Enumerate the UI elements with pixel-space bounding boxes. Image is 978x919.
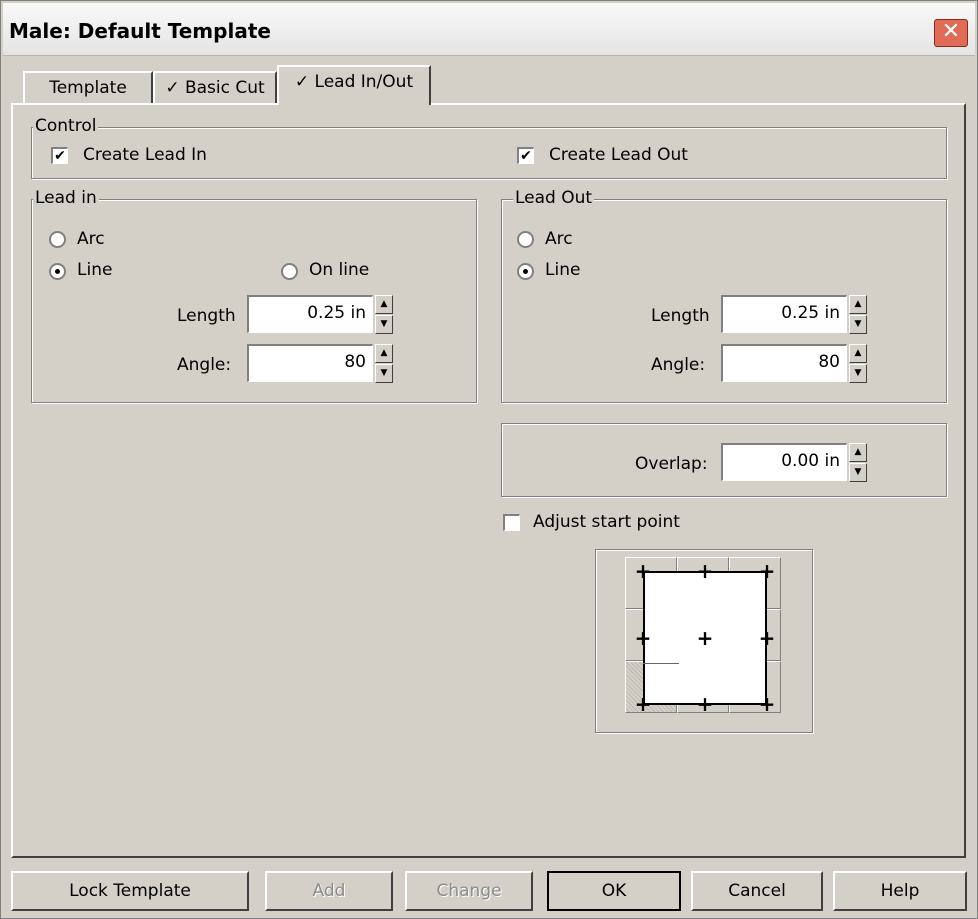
cancel-button[interactable]: Cancel — [691, 871, 823, 911]
lead-preview-line — [643, 663, 679, 664]
lead-in-length-spinner[interactable]: ▲ ▼ — [375, 295, 393, 335]
plus-icon: + — [634, 559, 652, 583]
spin-down-icon[interactable]: ▼ — [849, 364, 867, 383]
ok-button[interactable]: OK — [547, 871, 681, 911]
tab-basic-cut-label: ✓ Basic Cut — [165, 78, 265, 98]
lead-out-length-spinner[interactable]: ▲ ▼ — [849, 295, 867, 335]
lead-out-line-label: Line — [545, 260, 581, 280]
lead-in-length-input[interactable]: 0.25 in — [247, 295, 373, 333]
create-lead-out-checkbox[interactable]: ✔ — [517, 147, 534, 164]
lead-in-angle-input[interactable]: 80 — [247, 344, 373, 382]
lock-template-button[interactable]: Lock Template — [11, 871, 249, 911]
lead-in-length-label: Length — [177, 306, 236, 326]
control-group-label: Control — [33, 116, 99, 136]
lead-in-arc-radio[interactable] — [49, 231, 66, 248]
lead-in-line-radio[interactable] — [49, 263, 66, 280]
change-button[interactable]: Change — [405, 871, 533, 911]
spin-down-icon[interactable]: ▼ — [849, 463, 867, 482]
create-lead-out-label: Create Lead Out — [549, 145, 688, 165]
plus-icon: + — [634, 626, 652, 650]
create-lead-in-label: Create Lead In — [83, 145, 207, 165]
lead-out-arc-label: Arc — [545, 229, 573, 249]
plus-icon: + — [696, 626, 714, 650]
spin-up-icon[interactable]: ▲ — [375, 344, 393, 363]
spin-down-icon[interactable]: ▼ — [375, 364, 393, 383]
spin-up-icon[interactable]: ▲ — [849, 344, 867, 363]
tab-basic-cut[interactable]: ✓ Basic Cut — [153, 71, 277, 105]
lead-in-arc-label: Arc — [77, 229, 105, 249]
plus-icon: + — [758, 692, 776, 716]
help-button[interactable]: Help — [833, 871, 967, 911]
tab-template[interactable]: Template — [23, 71, 153, 105]
add-button[interactable]: Add — [265, 871, 393, 911]
lead-in-group-label: Lead in — [33, 188, 99, 208]
spin-up-icon[interactable]: ▲ — [375, 295, 393, 314]
create-lead-in-checkbox[interactable]: ✔ — [51, 147, 68, 164]
lead-in-angle-spinner[interactable]: ▲ ▼ — [375, 344, 393, 384]
plus-icon: + — [758, 626, 776, 650]
plus-icon: + — [696, 692, 714, 716]
overlap-input[interactable]: 0.00 in — [721, 443, 847, 481]
dialog-window: Male: Default Template ✕ Template ✓ Basi… — [0, 0, 978, 919]
plus-icon: + — [758, 559, 776, 583]
lead-in-angle-label: Angle: — [177, 355, 232, 375]
lead-in-on-line-radio[interactable] — [281, 263, 298, 280]
title-bar: Male: Default Template ✕ — [3, 3, 975, 56]
adjust-start-point-checkbox[interactable] — [503, 514, 520, 531]
lead-in-on-line-label: On line — [309, 260, 370, 280]
close-icon[interactable]: ✕ — [934, 19, 968, 47]
window-title: Male: Default Template — [9, 19, 271, 43]
lead-out-angle-spinner[interactable]: ▲ ▼ — [849, 344, 867, 384]
lead-out-length-input[interactable]: 0.25 in — [721, 295, 847, 333]
tab-template-label: Template — [49, 78, 127, 98]
spin-up-icon[interactable]: ▲ — [849, 295, 867, 314]
tab-lead-in-out-label: ✓ Lead In/Out — [294, 72, 414, 92]
spin-down-icon[interactable]: ▼ — [849, 315, 867, 334]
lead-out-angle-label: Angle: — [651, 355, 706, 375]
overlap-spinner[interactable]: ▲ ▼ — [849, 443, 867, 483]
plus-icon: + — [696, 559, 714, 583]
lead-out-line-radio[interactable] — [517, 263, 534, 280]
lead-out-arc-radio[interactable] — [517, 231, 534, 248]
plus-icon: + — [634, 692, 652, 716]
lead-out-length-label: Length — [651, 306, 710, 326]
overlap-label: Overlap: — [635, 454, 708, 474]
adjust-start-point-label: Adjust start point — [533, 512, 680, 532]
lead-out-group-label: Lead Out — [513, 188, 595, 208]
spin-up-icon[interactable]: ▲ — [849, 443, 867, 462]
spin-down-icon[interactable]: ▼ — [375, 315, 393, 334]
tab-lead-in-out[interactable]: ✓ Lead In/Out — [277, 65, 431, 105]
lead-out-angle-input[interactable]: 80 — [721, 344, 847, 382]
lead-in-line-label: Line — [77, 260, 113, 280]
